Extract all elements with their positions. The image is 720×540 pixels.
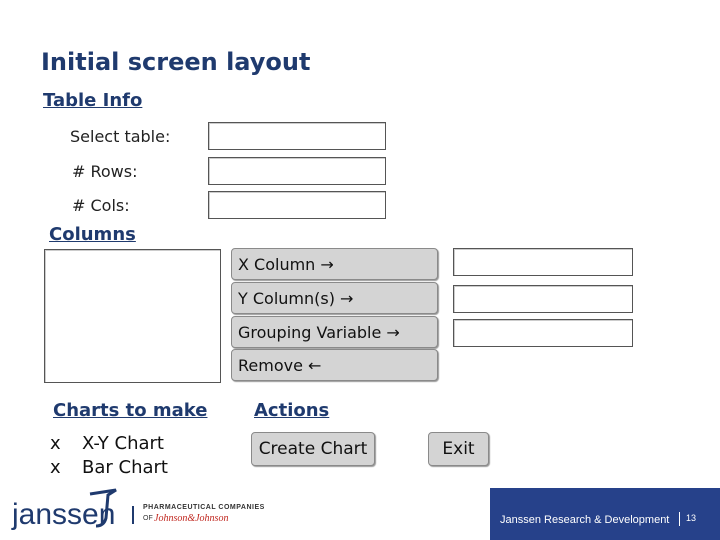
janssen-logo-text: janssen (12, 498, 116, 531)
charts-heading: Charts to make (53, 400, 208, 421)
select-table-label: Select table: (70, 127, 171, 146)
rows-field (208, 157, 386, 185)
list-item[interactable]: x Bar Chart (50, 457, 168, 481)
y-column-button[interactable]: Y Column(s) → (231, 282, 438, 314)
y-column-field[interactable] (453, 285, 633, 313)
table-info-heading: Table Info (43, 90, 143, 111)
x-column-field[interactable] (453, 248, 633, 276)
chart-item-label: Bar Chart (82, 457, 168, 478)
pharma-line2: OF (143, 515, 153, 522)
select-table-field[interactable] (208, 122, 386, 150)
list-item[interactable]: x X-Y Chart (50, 433, 168, 457)
footer-company-text: Janssen Research & Development (500, 514, 670, 526)
charts-list: x X-Y Chart x Bar Chart (50, 433, 168, 481)
x-column-button[interactable]: X Column → (231, 248, 438, 280)
cols-label: # Cols: (72, 196, 130, 215)
columns-heading: Columns (49, 224, 136, 245)
actions-heading: Actions (254, 400, 330, 421)
pharma-line1: PHARMACEUTICAL COMPANIES (143, 504, 265, 511)
chart-check-mark[interactable]: x (50, 433, 82, 457)
chart-item-label: X-Y Chart (82, 433, 164, 454)
rows-label: # Rows: (72, 162, 138, 181)
page-title: Initial screen layout (41, 48, 311, 76)
exit-button[interactable]: Exit (428, 432, 489, 466)
cols-field (208, 191, 386, 219)
grouping-variable-button[interactable]: Grouping Variable → (231, 316, 438, 348)
jnj-logo-text: Johnson&Johnson (154, 513, 229, 524)
footer: janssen PHARMACEUTICAL COMPANIES OF John… (0, 482, 720, 540)
columns-listbox[interactable] (44, 249, 221, 383)
chart-check-mark[interactable]: x (50, 457, 82, 481)
logo-divider (132, 506, 134, 524)
page-number: 13 (686, 513, 697, 523)
grouping-variable-field[interactable] (453, 319, 633, 347)
remove-button[interactable]: Remove ← (231, 349, 438, 381)
page-separator (679, 512, 680, 526)
create-chart-button[interactable]: Create Chart (251, 432, 375, 466)
